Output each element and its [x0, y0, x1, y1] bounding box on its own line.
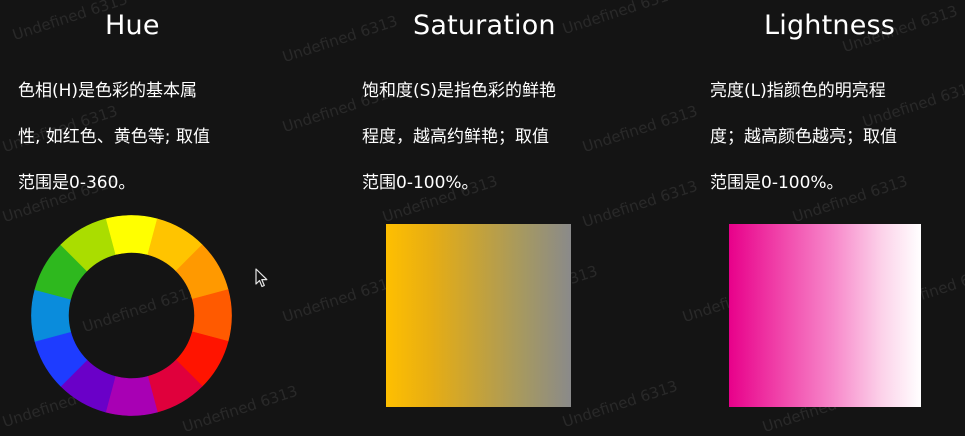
- watermark: Undefined 6313: [560, 376, 680, 432]
- saturation-description: 饱和度(S)是指色彩的鲜艳 程度，越高约鲜艳；取值 范围0-100%。: [362, 68, 556, 206]
- watermark: Undefined 6313: [280, 271, 400, 327]
- watermark: Undefined 6313: [280, 11, 400, 67]
- hue-description-line: 性, 如红色、黄色等; 取值: [18, 127, 210, 147]
- lightness-gradient-swatch: [729, 224, 921, 407]
- hue-description-line: 色相(H)是色彩的基本属: [18, 81, 198, 101]
- saturation-gradient-swatch: [386, 224, 571, 407]
- saturation-description-line: 饱和度(S)是指色彩的鲜艳: [362, 81, 557, 101]
- hue-description: 色相(H)是色彩的基本属 性, 如红色、黄色等; 取值 范围是0-360。: [18, 68, 210, 206]
- hue-description-line: 范围是0-360。: [18, 173, 136, 193]
- hue-title: Hue: [105, 10, 160, 41]
- lightness-description: 亮度(L)指颜色的明亮程 度；越高颜色越亮；取值 范围是0-100%。: [710, 68, 897, 206]
- mouse-cursor-icon: [255, 268, 268, 288]
- lightness-title: Lightness: [764, 10, 896, 41]
- lightness-description-line: 亮度(L)指颜色的明亮程: [710, 81, 886, 101]
- lightness-description-line: 度；越高颜色越亮；取值: [710, 127, 897, 147]
- watermark: Undefined 6313: [580, 176, 700, 232]
- saturation-title: Saturation: [413, 10, 556, 41]
- slide: Undefined 6313 Undefined 6313 Undefined …: [0, 0, 965, 436]
- saturation-description-line: 范围0-100%。: [362, 173, 479, 193]
- lightness-description-line: 范围是0-100%。: [710, 173, 844, 193]
- watermark: Undefined 6313: [560, 0, 680, 39]
- watermark: Undefined 6313: [580, 101, 700, 157]
- saturation-description-line: 程度，越高约鲜艳；取值: [362, 127, 549, 147]
- hue-color-wheel: [31, 215, 232, 416]
